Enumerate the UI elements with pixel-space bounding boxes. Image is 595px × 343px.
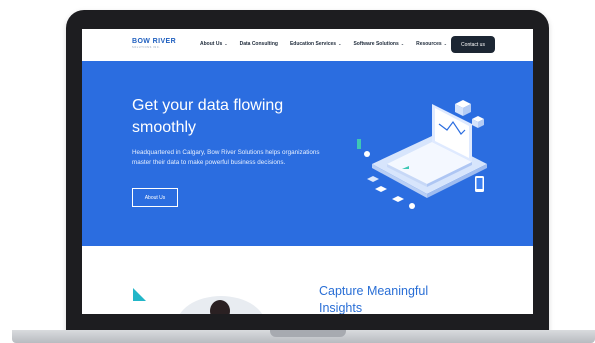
chevron-down-icon: ⌄	[338, 41, 342, 46]
menu-label: Resources	[416, 41, 442, 47]
decorative-triangle-icon	[133, 288, 146, 301]
bow-river-logo[interactable]: BOW RIVER SOLUTIONS INC.	[132, 38, 176, 49]
menu-item-software-solutions[interactable]: Software Solutions ⌄	[353, 41, 404, 47]
menu-label: Software Solutions	[353, 41, 399, 47]
logo-subtext: SOLUTIONS INC.	[132, 46, 161, 49]
main-menu: About Us ⌄ Data Consulting Education Serv…	[200, 41, 459, 47]
menu-label: Data Consulting	[239, 41, 278, 47]
menu-item-about-us[interactable]: About Us ⌄	[200, 41, 228, 47]
site-header: BOW RIVER SOLUTIONS INC. About Us ⌄ Data …	[82, 29, 533, 61]
hero-description: Headquartered in Calgary, Bow River Solu…	[132, 149, 320, 166]
laptop-notch	[270, 330, 346, 337]
team-photo	[176, 296, 266, 314]
menu-label: Education Services	[289, 41, 337, 47]
about-us-button[interactable]: About Us	[132, 188, 178, 207]
menu-item-data-consulting[interactable]: Data Consulting	[240, 41, 278, 47]
menu-item-education-services[interactable]: Education Services ⌄	[290, 41, 342, 47]
menu-label: About Us	[200, 41, 223, 47]
logo-name: BOW RIVER	[132, 38, 177, 45]
insights-section: Capture Meaningful Insights	[82, 246, 533, 314]
browser-viewport: BOW RIVER SOLUTIONS INC. About Us ⌄ Data …	[82, 29, 533, 314]
chevron-down-icon: ⌄	[443, 41, 448, 46]
contact-us-button[interactable]: Contact us	[451, 36, 495, 53]
isometric-laptop-illustration	[357, 100, 487, 209]
section-title: Capture Meaningful Insights	[319, 284, 429, 314]
hero-section: Get your data flowing smoothly Headquart…	[82, 61, 533, 246]
person-head	[210, 300, 230, 314]
menu-item-resources[interactable]: Resources ⌄	[416, 41, 447, 47]
chevron-down-icon: ⌄	[224, 41, 228, 46]
chevron-down-icon: ⌄	[400, 41, 405, 46]
hero-title: Get your data flowing smoothly	[132, 97, 284, 136]
